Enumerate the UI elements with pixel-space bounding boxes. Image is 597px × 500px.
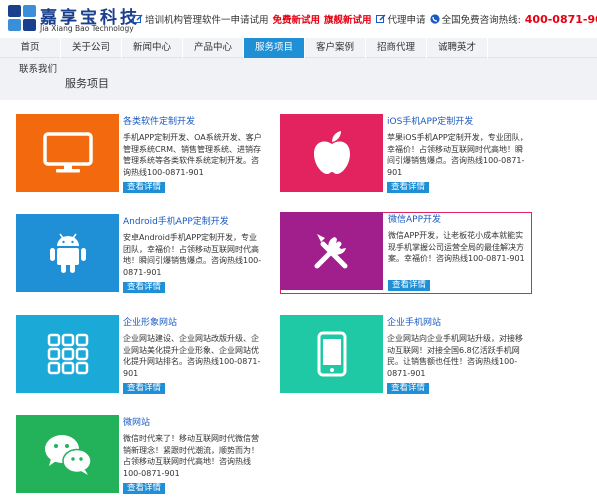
brand-subtitle: Jia Xiang Bao Technology — [40, 24, 134, 33]
service-card: Android手机APP定制开发 安卓Android手机APP定制开发，专业团队… — [16, 214, 268, 298]
service-card: 各类软件定制开发 手机APP定制开发、OA系统开发、客户管理系统CRM、销售管理… — [16, 114, 268, 198]
nav-item-services[interactable]: 服务项目 — [244, 38, 305, 58]
service-title[interactable]: 微网站 — [123, 417, 265, 429]
nav-item-cases[interactable]: 客户案例 — [305, 38, 366, 58]
service-card: iOS手机APP定制开发 苹果iOS手机APP定制开发，专业团队，幸福价！占领移… — [280, 114, 532, 198]
service-desc: 企业网站建设、企业网站改版升级、企业网站美化提升企业形象、企业网站优化提升网站排… — [123, 334, 261, 378]
monitor-icon — [42, 132, 93, 173]
edit-icon — [133, 14, 143, 23]
contact-link[interactable]: 联系我们 — [19, 61, 57, 75]
apple-icon — [313, 131, 350, 174]
android-icon — [49, 233, 86, 273]
service-info: 各类软件定制开发 手机APP定制开发、OA系统开发、客户管理系统CRM、销售管理… — [123, 116, 265, 178]
section-title: 服务项目 — [65, 77, 109, 90]
service-title[interactable]: 微信APP开发 — [388, 214, 530, 226]
service-desc: 手机APP定制开发、OA系统开发、客户管理系统CRM、销售管理系统、进销存管理系… — [123, 133, 262, 177]
service-card: 企业手机网站 企业网站向企业手机网站升级，对接移动互联网！对接全国6.8亿活跃手… — [280, 315, 532, 399]
nav-item-careers[interactable]: 诚聘英才 — [427, 38, 488, 58]
agent-apply-link[interactable]: 代理申请 — [388, 12, 426, 26]
service-title[interactable]: 企业手机网站 — [387, 317, 529, 329]
service-card: 企业形象网站 企业网站建设、企业网站改版升级、企业网站美化提升企业形象、企业网站… — [16, 315, 268, 399]
service-tile[interactable] — [16, 214, 119, 292]
service-info: 微网站 微信时代来了！移动互联网时代微信营销新理念！紧跟时代潮流，顺势而为！占领… — [123, 417, 265, 479]
service-desc: 安卓Android手机APP定制开发，专业团队，幸福价！占领移动互联网时代高地！… — [123, 233, 262, 277]
service-info: iOS手机APP定制开发 苹果iOS手机APP定制开发，专业团队，幸福价！占领移… — [387, 116, 529, 178]
service-desc: 企业网站向企业手机网站升级，对接移动互联网！对接全国6.8亿活跃手机网民。让销售… — [387, 334, 523, 378]
service-title[interactable]: Android手机APP定制开发 — [123, 216, 265, 228]
nav-item-products[interactable]: 产品中心 — [183, 38, 244, 58]
service-title[interactable]: 各类软件定制开发 — [123, 116, 265, 128]
hotline-label: 全国免费咨询热线: — [441, 15, 521, 26]
grid-icon — [47, 333, 88, 375]
phone-call-icon — [429, 14, 440, 24]
nav-item-home[interactable]: 首页 — [0, 38, 61, 58]
service-title[interactable]: 企业形象网站 — [123, 317, 265, 329]
phone-icon — [317, 331, 346, 377]
tools-icon — [314, 234, 347, 269]
wechat-icon — [44, 435, 92, 475]
view-details-button[interactable]: 查看详情 — [123, 483, 166, 494]
hotline-number: 400-0871-901 — [524, 12, 597, 26]
main-nav: 首页 关于公司 新闻中心 产品中心 服务项目 客户案例 招商代理 诚聘英才 — [0, 38, 597, 58]
service-desc: 微信APP开发，让老板花小成本就能实现手机掌握公司运营全局的最佳解决方案。幸福价… — [388, 231, 525, 263]
edit-icon — [375, 14, 386, 23]
site-header: 嘉享宝科技 Jia Xiang Bao Technology 培训机构管理软件一… — [0, 0, 597, 38]
service-tile[interactable] — [280, 212, 383, 290]
flagship-trial-link[interactable]: 旗舰新试用 — [324, 12, 372, 26]
view-details-button[interactable]: 查看详情 — [388, 280, 431, 291]
service-tile[interactable] — [280, 315, 383, 393]
service-info: 微信APP开发 微信APP开发，让老板花小成本就能实现手机掌握公司运营全局的最佳… — [388, 214, 530, 265]
logo-icon[interactable] — [7, 4, 37, 32]
service-info: 企业形象网站 企业网站建设、企业网站改版升级、企业网站美化提升企业形象、企业网站… — [123, 317, 265, 379]
service-title[interactable]: iOS手机APP定制开发 — [387, 116, 529, 128]
free-trial-link[interactable]: 免费新试用 — [273, 12, 321, 26]
sub-header: 联系我们 服务项目 — [0, 58, 597, 100]
service-tile[interactable] — [16, 315, 119, 393]
services-panel: 各类软件定制开发 手机APP定制开发、OA系统开发、客户管理系统CRM、销售管理… — [4, 100, 547, 500]
service-info: 企业手机网站 企业网站向企业手机网站升级，对接移动互联网！对接全国6.8亿活跃手… — [387, 317, 529, 379]
view-details-button[interactable]: 查看详情 — [123, 383, 166, 394]
view-details-button[interactable]: 查看详情 — [387, 182, 430, 193]
service-tile[interactable] — [16, 415, 119, 493]
nav-item-agency[interactable]: 招商代理 — [366, 38, 427, 58]
service-tile[interactable] — [280, 114, 383, 192]
view-details-button[interactable]: 查看详情 — [123, 282, 166, 293]
training-trial-link[interactable]: 培训机构管理软件一申请试用 — [145, 12, 269, 26]
service-tile[interactable] — [16, 114, 119, 192]
view-details-button[interactable]: 查看详情 — [387, 383, 430, 394]
nav-item-about[interactable]: 关于公司 — [61, 38, 122, 58]
service-desc: 微信时代来了！移动互联网时代微信营销新理念！紧跟时代潮流，顺势而为！占领移动互联… — [123, 434, 259, 478]
service-card: 微信APP开发 微信APP开发，让老板花小成本就能实现手机掌握公司运营全局的最佳… — [280, 212, 532, 294]
service-desc: 苹果iOS手机APP定制开发，专业团队，幸福价！占领移动互联网时代高地！瞬间引爆… — [387, 133, 528, 177]
nav-item-news[interactable]: 新闻中心 — [122, 38, 183, 58]
view-details-button[interactable]: 查看详情 — [123, 182, 166, 193]
service-card: 微网站 微信时代来了！移动互联网时代微信营销新理念！紧跟时代潮流，顺势而为！占领… — [16, 415, 268, 499]
top-links: 培训机构管理软件一申请试用 免费新试用 旗舰新试用 代理申请 全国免费咨询热线:… — [133, 12, 597, 26]
service-info: Android手机APP定制开发 安卓Android手机APP定制开发，专业团队… — [123, 216, 265, 278]
